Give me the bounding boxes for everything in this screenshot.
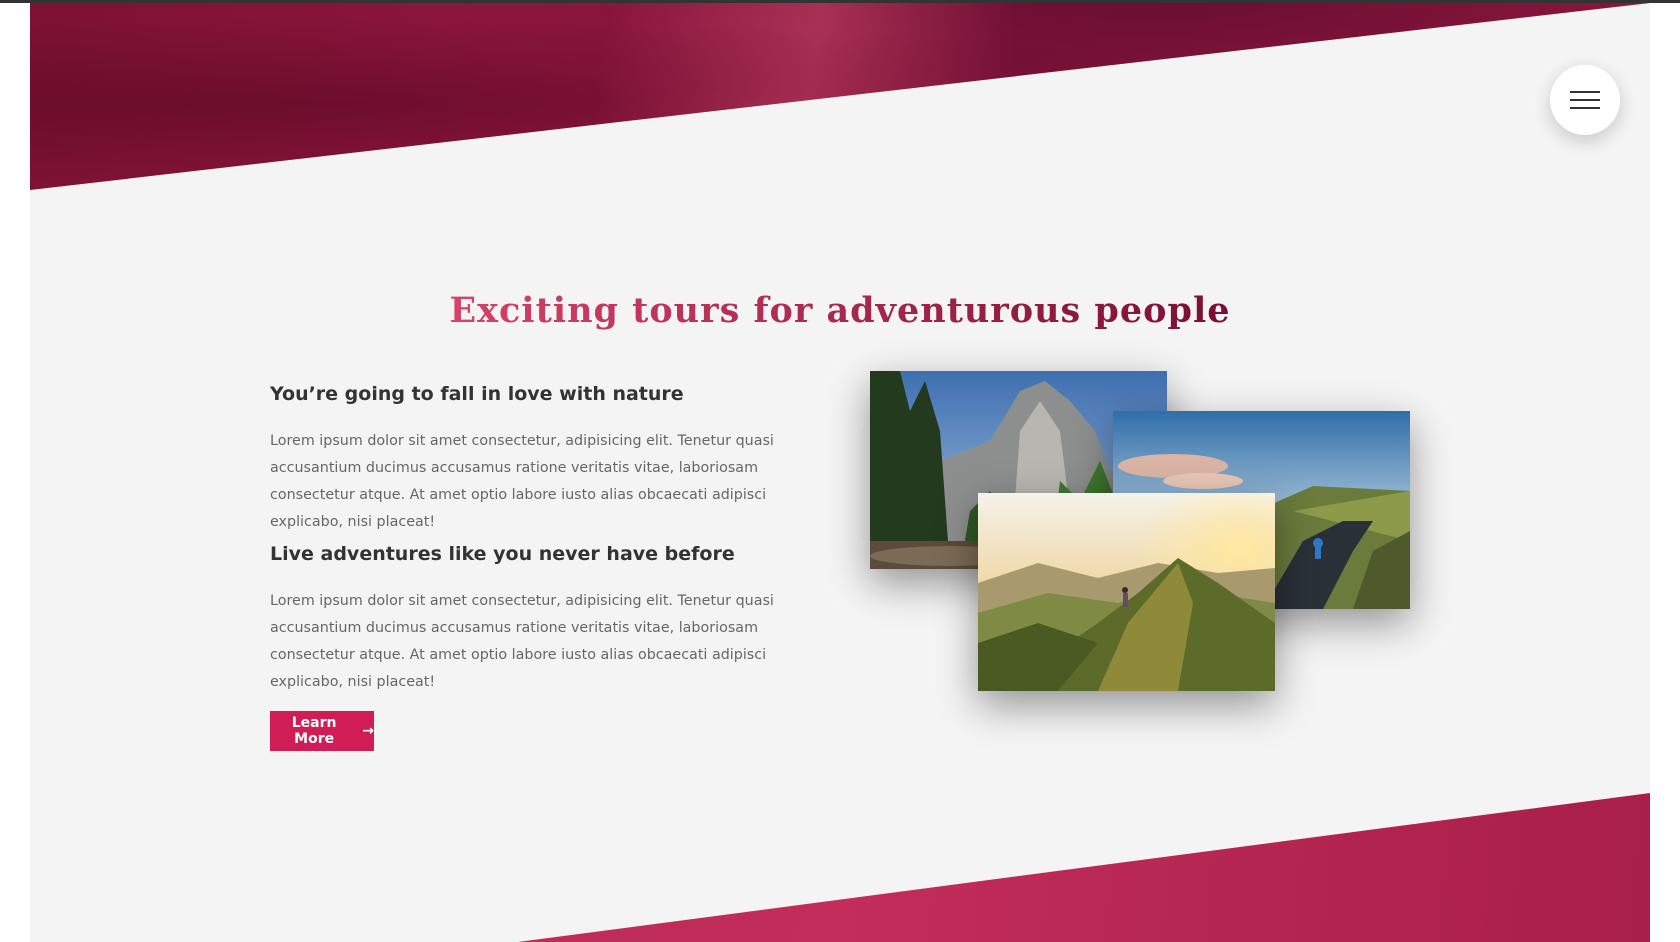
feature-text-adventures: Lorem ipsum dolor sit amet consectetur, …: [270, 593, 774, 690]
page: Exciting tours for adventurous people Yo…: [30, 3, 1650, 942]
feature-heading-nature: You’re going to fall in love with nature: [270, 383, 684, 405]
learn-more-label: Learn More: [291, 715, 337, 747]
hiker-ridge-image: [978, 493, 1275, 691]
hero-banner-shade: [30, 3, 1650, 190]
footer-banner: [30, 793, 1650, 942]
hamburger-menu-icon: [1570, 91, 1600, 93]
learn-more-button[interactable]: Learn More →: [270, 711, 374, 751]
hiker-ridge-photo[interactable]: [978, 493, 1275, 691]
feature-text-nature: Lorem ipsum dolor sit amet consectetur, …: [270, 433, 774, 530]
menu-button[interactable]: [1550, 65, 1620, 135]
section-title: Exciting tours for adventurous people: [449, 290, 1231, 332]
hamburger-menu-icon-bar: [1570, 107, 1600, 109]
hamburger-menu-icon-bar: [1570, 99, 1600, 101]
feature-heading-adventures: Live adventures like you never have befo…: [270, 543, 735, 565]
arrow-right-icon: →: [362, 723, 374, 739]
